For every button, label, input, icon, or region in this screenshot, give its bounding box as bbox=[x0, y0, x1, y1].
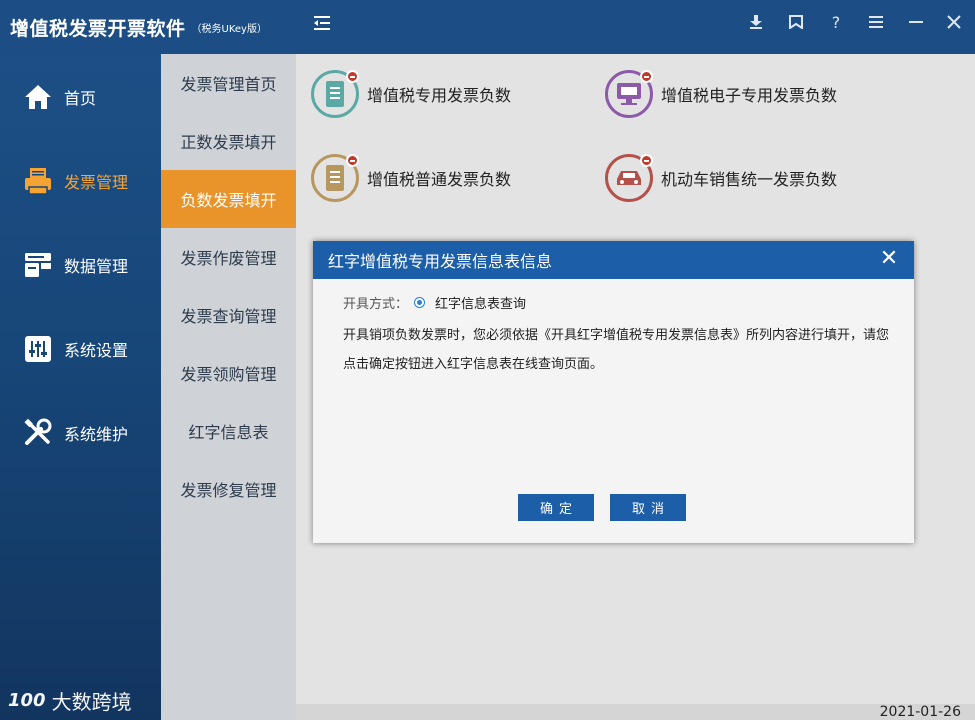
tools-icon bbox=[22, 417, 54, 449]
tile-label: 机动车销售统一发票负数 bbox=[661, 170, 838, 189]
dialog-body: 开具方式： 红字信息表查询 开具销项负数发票时，您必须依据《开具红字增值税专用发… bbox=[313, 279, 914, 379]
tile-label: 增值税电子专用发票负数 bbox=[661, 86, 838, 105]
data-icon bbox=[22, 249, 54, 281]
nav-label: 系统设置 bbox=[64, 341, 129, 360]
home-icon bbox=[22, 81, 54, 113]
nav-item-data[interactable]: 数据管理 bbox=[0, 223, 161, 307]
subnav-item[interactable]: 发票作废管理 bbox=[161, 228, 296, 286]
nav-item-invoice[interactable]: 发票管理 bbox=[0, 139, 161, 223]
red-invoice-info-dialog: 红字增值税专用发票信息表信息 ✕ 开具方式： 红字信息表查询 开具销项负数发票时… bbox=[313, 241, 914, 543]
subnav-item[interactable]: 发票管理首页 bbox=[161, 54, 296, 112]
top-bar: ? bbox=[296, 0, 975, 54]
app-title: 增值税发票开票软件 bbox=[10, 17, 186, 40]
watermark: 100 大数跨境 bbox=[8, 686, 132, 715]
watermark-text: 大数跨境 bbox=[51, 690, 132, 714]
e-invoice-icon bbox=[605, 70, 653, 118]
minus-badge-icon bbox=[640, 70, 653, 83]
nav-label: 系统维护 bbox=[64, 425, 129, 444]
method-radio[interactable] bbox=[414, 296, 426, 308]
watermark-logo: 100 bbox=[8, 690, 46, 711]
nav-label: 首页 bbox=[64, 89, 97, 108]
nav-item-maintenance[interactable]: 系统维护 bbox=[0, 391, 161, 475]
nav-label: 发票管理 bbox=[64, 173, 129, 192]
subnav-item[interactable]: 红字信息表 bbox=[161, 402, 296, 460]
cancel-button[interactable]: 取消 bbox=[610, 494, 686, 521]
help-icon[interactable]: ? bbox=[824, 10, 848, 34]
printer-icon bbox=[22, 165, 54, 197]
nav-item-home[interactable]: 首页 bbox=[0, 55, 161, 139]
nav-item-settings[interactable]: 系统设置 bbox=[0, 307, 161, 391]
dialog-title: 红字增值税专用发票信息表信息 bbox=[328, 252, 553, 271]
vehicle-icon bbox=[605, 154, 653, 202]
tile-label: 增值税专用发票负数 bbox=[367, 86, 512, 105]
tile-special-invoice[interactable]: 增值税专用发票负数 bbox=[311, 70, 511, 118]
status-date: 2021-01-26 bbox=[879, 704, 961, 720]
bookmark-icon[interactable] bbox=[784, 10, 808, 34]
special-invoice-icon bbox=[311, 70, 359, 118]
method-option-label: 红字信息表查询 bbox=[435, 296, 527, 312]
dialog-message: 开具销项负数发票时，您必须依据《开具红字增值税专用发票信息表》所列内容进行填开，… bbox=[343, 328, 890, 372]
ok-button[interactable]: 确定 bbox=[518, 494, 594, 521]
dialog-close-icon[interactable]: ✕ bbox=[878, 248, 900, 270]
method-row: 开具方式： 红字信息表查询 bbox=[343, 293, 884, 312]
subnav-item[interactable]: 发票查询管理 bbox=[161, 286, 296, 344]
app-subtitle: （税务UKey版） bbox=[191, 23, 267, 35]
download-icon[interactable] bbox=[744, 10, 768, 34]
close-icon[interactable] bbox=[942, 10, 966, 34]
subnav-item[interactable]: 正数发票填开 bbox=[161, 112, 296, 170]
tile-normal-invoice[interactable]: 增值税普通发票负数 bbox=[311, 154, 511, 202]
subnav-item-active[interactable]: 负数发票填开 bbox=[161, 170, 296, 228]
tile-label: 增值税普通发票负数 bbox=[367, 170, 512, 189]
app-brand: 增值税发票开票软件 （税务UKey版） bbox=[0, 0, 296, 54]
sliders-icon bbox=[22, 333, 54, 365]
hamburger-icon[interactable] bbox=[864, 10, 888, 34]
minus-badge-icon bbox=[346, 70, 359, 83]
menu-collapse-icon[interactable] bbox=[314, 14, 336, 36]
tile-e-invoice[interactable]: 增值税电子专用发票负数 bbox=[605, 70, 837, 118]
normal-invoice-icon bbox=[311, 154, 359, 202]
status-bar: 2021-01-26 bbox=[296, 704, 975, 720]
tile-vehicle-invoice[interactable]: 机动车销售统一发票负数 bbox=[605, 154, 837, 202]
method-label: 开具方式： bbox=[343, 296, 409, 312]
subnav-item[interactable]: 发票修复管理 bbox=[161, 460, 296, 518]
nav-label: 数据管理 bbox=[64, 257, 129, 276]
minus-badge-icon bbox=[346, 154, 359, 167]
minus-badge-icon bbox=[640, 154, 653, 167]
subnav-item[interactable]: 发票领购管理 bbox=[161, 344, 296, 402]
left-nav: 首页 发票管理 数据管理 系统设置 系统维护 bbox=[0, 54, 161, 720]
dialog-header: 红字增值税专用发票信息表信息 ✕ bbox=[313, 241, 914, 279]
sub-nav: 发票管理首页 正数发票填开 负数发票填开 发票作废管理 发票查询管理 发票领购管… bbox=[161, 54, 296, 720]
minimize-icon[interactable] bbox=[904, 10, 928, 34]
